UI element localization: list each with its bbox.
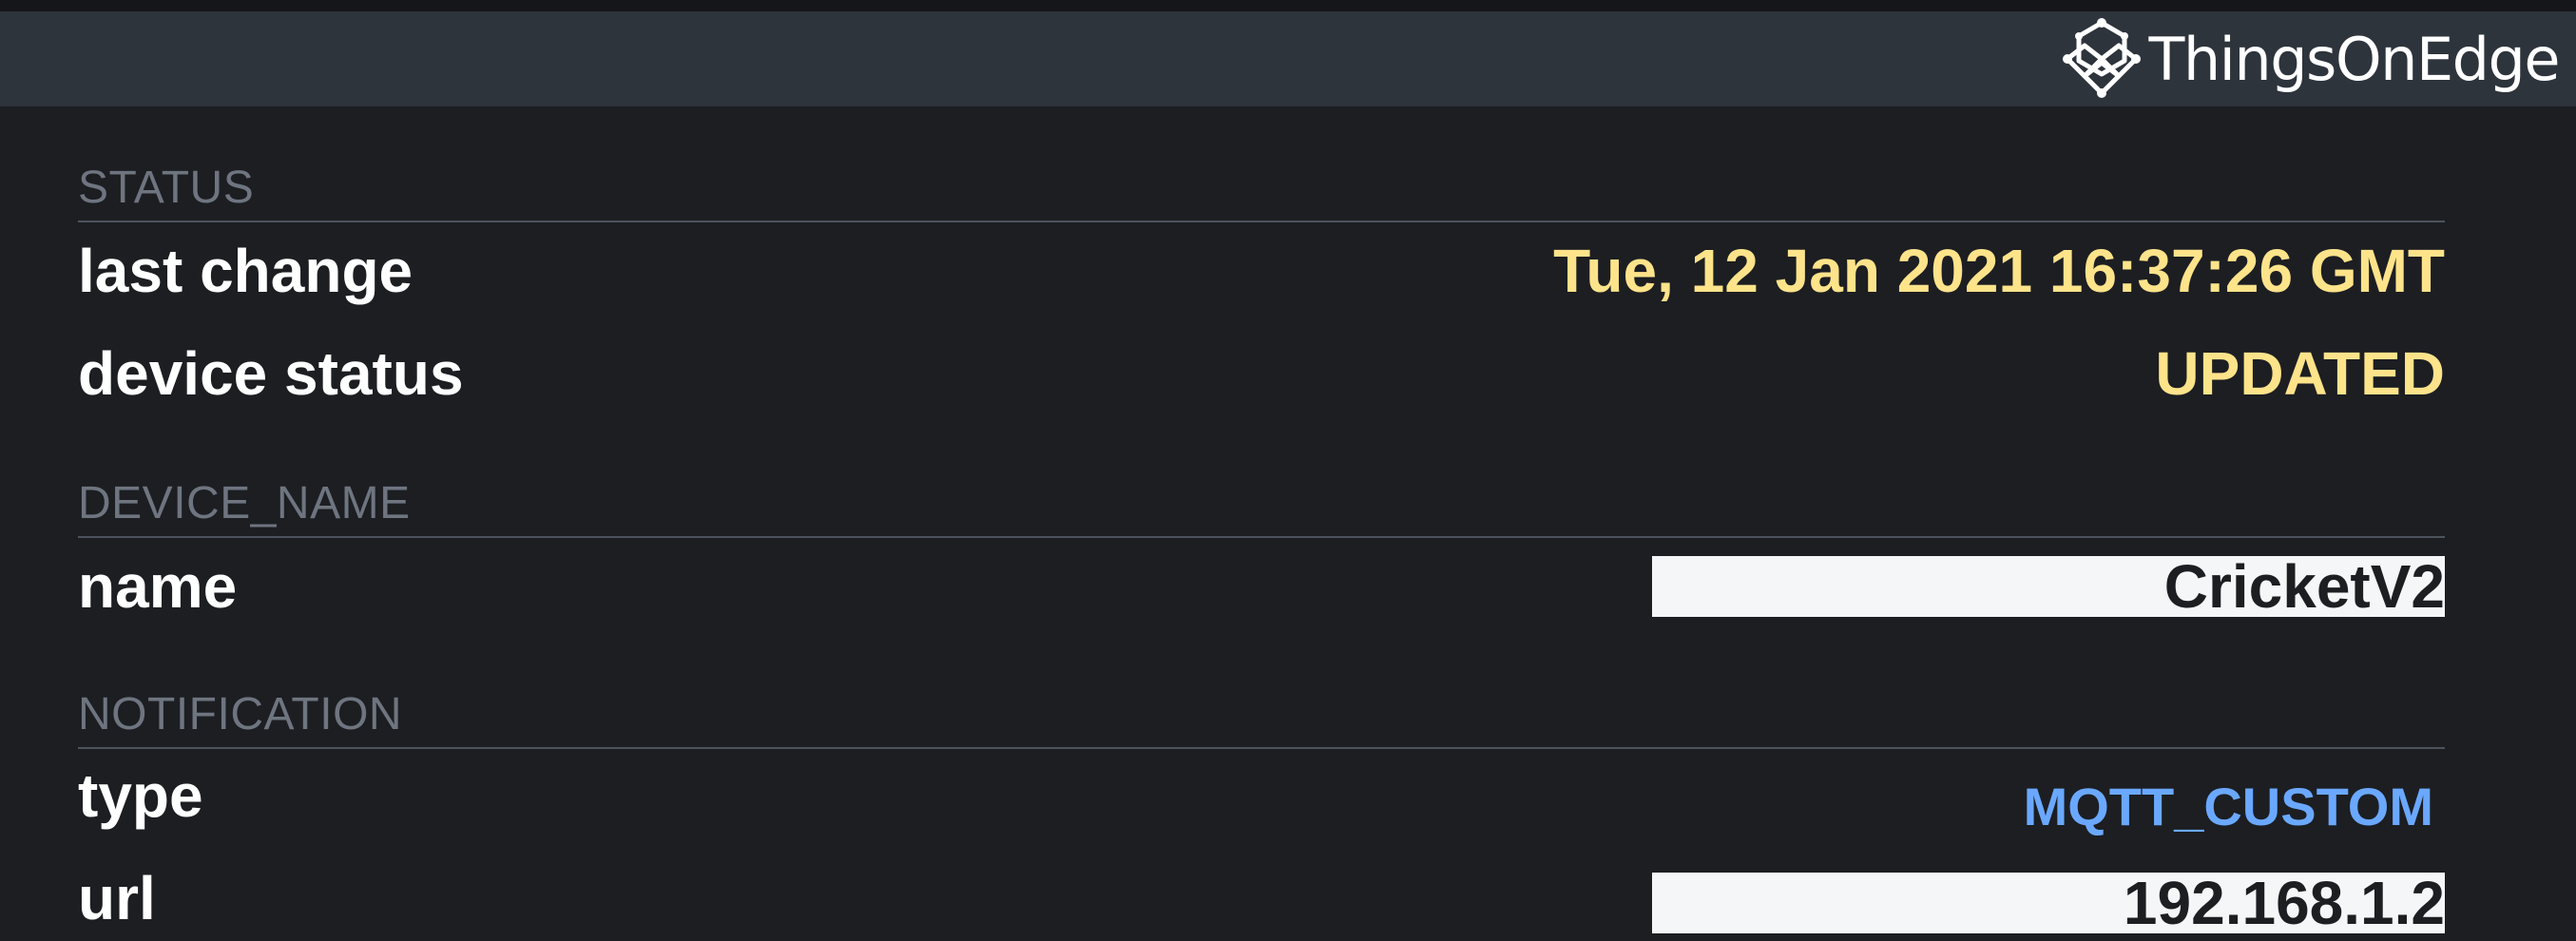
device-status-label: device status — [78, 339, 464, 408]
section-title-device-name: DEVICE_NAME — [78, 478, 411, 528]
url-field[interactable]: 192.168.1.2 — [1652, 873, 2445, 933]
type-label: type — [78, 761, 203, 830]
last-change-value: Tue, 12 Jan 2021 16:37:26 GMT — [1553, 237, 2445, 305]
last-change-label: last change — [78, 237, 413, 305]
section-title-notification: NOTIFICATION — [78, 689, 403, 739]
hexagon-network-icon — [2062, 18, 2141, 98]
url-label: url — [78, 864, 156, 932]
name-label: name — [78, 552, 238, 621]
brand-name: ThingsOnEdge — [2148, 24, 2561, 94]
section-divider — [78, 536, 2445, 538]
section-title-status: STATUS — [78, 163, 255, 213]
brand[interactable]: ThingsOnEdge — [2056, 11, 2561, 106]
notification-type-value[interactable]: MQTT_CUSTOM — [2024, 776, 2433, 837]
section-divider — [78, 747, 2445, 749]
window-top-strip — [0, 0, 2576, 11]
device-name-field[interactable]: CricketV2 — [1652, 556, 2445, 617]
app-header: ThingsOnEdge — [0, 11, 2576, 106]
device-status-value: UPDATED — [2155, 339, 2445, 408]
section-divider — [78, 221, 2445, 222]
